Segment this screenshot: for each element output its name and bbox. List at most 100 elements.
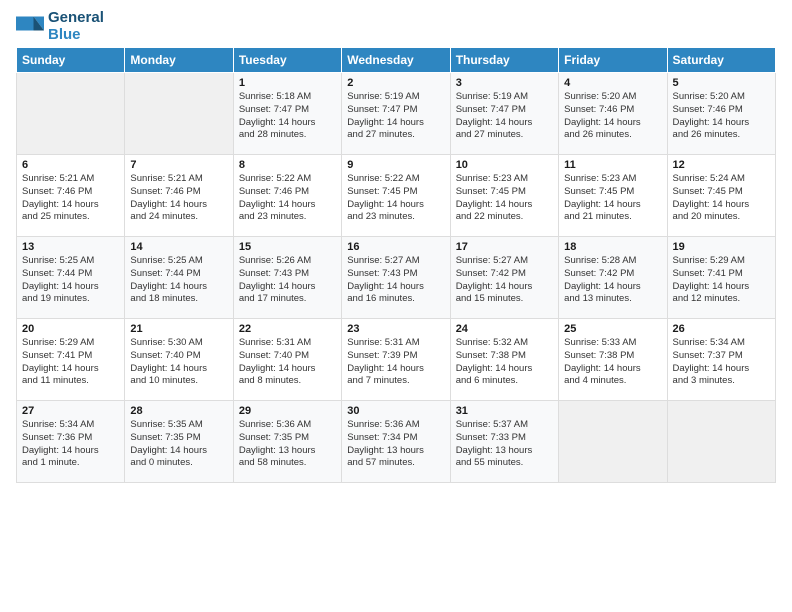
day-info: Sunrise: 5:36 AMSunset: 7:34 PMDaylight:… bbox=[347, 419, 444, 470]
weekday-header-saturday: Saturday bbox=[667, 48, 775, 73]
day-info: Sunrise: 5:22 AMSunset: 7:46 PMDaylight:… bbox=[239, 173, 336, 224]
day-info: Sunrise: 5:21 AMSunset: 7:46 PMDaylight:… bbox=[22, 173, 119, 224]
day-number: 27 bbox=[22, 405, 119, 417]
day-info: Sunrise: 5:32 AMSunset: 7:38 PMDaylight:… bbox=[456, 337, 553, 388]
day-number: 10 bbox=[456, 159, 553, 171]
day-info: Sunrise: 5:29 AMSunset: 7:41 PMDaylight:… bbox=[22, 337, 119, 388]
calendar-cell: 1 Sunrise: 5:18 AMSunset: 7:47 PMDaylight… bbox=[233, 73, 341, 155]
day-number: 25 bbox=[564, 323, 661, 335]
calendar-cell: 15 Sunrise: 5:26 AMSunset: 7:43 PMDayligh… bbox=[233, 237, 341, 319]
calendar-cell: 3Sunrise: 5:19 AMSunset: 7:47 PMDaylight… bbox=[450, 73, 558, 155]
day-info: Sunrise: 5:31 AMSunset: 7:40 PMDaylight:… bbox=[239, 337, 336, 388]
calendar-cell: 21 Sunrise: 5:30 AMSunset: 7:40 PMDayligh… bbox=[125, 319, 233, 401]
day-number: 20 bbox=[22, 323, 119, 335]
day-info: Sunrise: 5:26 AMSunset: 7:43 PMDaylight:… bbox=[239, 255, 336, 306]
day-number: 21 bbox=[130, 323, 227, 335]
calendar-cell: 6 Sunrise: 5:21 AMSunset: 7:46 PMDaylight… bbox=[17, 155, 125, 237]
day-info: Sunrise: 5:35 AMSunset: 7:35 PMDaylight:… bbox=[130, 419, 227, 470]
day-info: Sunrise: 5:34 AMSunset: 7:36 PMDaylight:… bbox=[22, 419, 119, 470]
day-info: Sunrise: 5:27 AMSunset: 7:42 PMDaylight:… bbox=[456, 255, 553, 306]
day-number: 14 bbox=[130, 241, 227, 253]
calendar-cell: 25 Sunrise: 5:33 AMSunset: 7:38 PMDayligh… bbox=[559, 319, 667, 401]
day-number: 28 bbox=[130, 405, 227, 417]
calendar-cell: 17 Sunrise: 5:27 AMSunset: 7:42 PMDayligh… bbox=[450, 237, 558, 319]
calendar-cell: 5 Sunrise: 5:20 AMSunset: 7:46 PMDaylight… bbox=[667, 73, 775, 155]
day-number: 8 bbox=[239, 159, 336, 171]
day-info: Sunrise: 5:33 AMSunset: 7:38 PMDaylight:… bbox=[564, 337, 661, 388]
calendar-cell: 10 Sunrise: 5:23 AMSunset: 7:45 PMDayligh… bbox=[450, 155, 558, 237]
day-number: 2 bbox=[347, 77, 444, 89]
day-info: Sunrise: 5:27 AMSunset: 7:43 PMDaylight:… bbox=[347, 255, 444, 306]
day-info: Sunrise: 5:20 AMSunset: 7:46 PMDaylight:… bbox=[673, 91, 770, 142]
day-info: Sunrise: 5:36 AMSunset: 7:35 PMDaylight:… bbox=[239, 419, 336, 470]
day-info: Sunrise: 5:25 AMSunset: 7:44 PMDaylight:… bbox=[130, 255, 227, 306]
calendar-table: SundayMondayTuesdayWednesdayThursdayFrid… bbox=[16, 47, 776, 483]
calendar-cell: 30 Sunrise: 5:36 AMSunset: 7:34 PMDayligh… bbox=[342, 401, 450, 483]
calendar-cell: 27 Sunrise: 5:34 AMSunset: 7:36 PMDayligh… bbox=[17, 401, 125, 483]
day-number: 7 bbox=[130, 159, 227, 171]
calendar-cell bbox=[667, 401, 775, 483]
day-info: Sunrise: 5:37 AMSunset: 7:33 PMDaylight:… bbox=[456, 419, 553, 470]
weekday-header-friday: Friday bbox=[559, 48, 667, 73]
calendar-cell: 20 Sunrise: 5:29 AMSunset: 7:41 PMDayligh… bbox=[17, 319, 125, 401]
day-number: 30 bbox=[347, 405, 444, 417]
day-number: 4 bbox=[564, 77, 661, 89]
day-info: Sunrise: 5:28 AMSunset: 7:42 PMDaylight:… bbox=[564, 255, 661, 306]
calendar-cell: 14 Sunrise: 5:25 AMSunset: 7:44 PMDayligh… bbox=[125, 237, 233, 319]
calendar-cell bbox=[17, 73, 125, 155]
calendar-cell: 19 Sunrise: 5:29 AMSunset: 7:41 PMDayligh… bbox=[667, 237, 775, 319]
calendar-cell bbox=[125, 73, 233, 155]
page: General Blue SundayMondayTuesdayWednesda… bbox=[0, 0, 792, 612]
calendar-cell bbox=[559, 401, 667, 483]
week-row-2: 6 Sunrise: 5:21 AMSunset: 7:46 PMDaylight… bbox=[17, 155, 776, 237]
calendar-cell: 9 Sunrise: 5:22 AMSunset: 7:45 PMDaylight… bbox=[342, 155, 450, 237]
day-number: 5 bbox=[673, 77, 770, 89]
day-number: 1 bbox=[239, 77, 336, 89]
day-number: 24 bbox=[456, 323, 553, 335]
header: General Blue bbox=[16, 10, 776, 43]
day-number: 6 bbox=[22, 159, 119, 171]
day-number: 17 bbox=[456, 241, 553, 253]
calendar-cell: 22 Sunrise: 5:31 AMSunset: 7:40 PMDayligh… bbox=[233, 319, 341, 401]
day-number: 22 bbox=[239, 323, 336, 335]
day-info: Sunrise: 5:29 AMSunset: 7:41 PMDaylight:… bbox=[673, 255, 770, 306]
day-number: 23 bbox=[347, 323, 444, 335]
day-number: 13 bbox=[22, 241, 119, 253]
day-number: 11 bbox=[564, 159, 661, 171]
logo-text: General Blue bbox=[48, 10, 104, 43]
calendar-cell: 13 Sunrise: 5:25 AMSunset: 7:44 PMDayligh… bbox=[17, 237, 125, 319]
day-info: Sunrise: 5:34 AMSunset: 7:37 PMDaylight:… bbox=[673, 337, 770, 388]
day-number: 18 bbox=[564, 241, 661, 253]
calendar-cell: 4Sunrise: 5:20 AMSunset: 7:46 PMDaylight… bbox=[559, 73, 667, 155]
week-row-5: 27 Sunrise: 5:34 AMSunset: 7:36 PMDayligh… bbox=[17, 401, 776, 483]
day-info: Sunrise: 5:23 AMSunset: 7:45 PMDaylight:… bbox=[456, 173, 553, 224]
day-number: 15 bbox=[239, 241, 336, 253]
day-info: Sunrise: 5:24 AMSunset: 7:45 PMDaylight:… bbox=[673, 173, 770, 224]
day-number: 26 bbox=[673, 323, 770, 335]
day-info: Sunrise: 5:25 AMSunset: 7:44 PMDaylight:… bbox=[22, 255, 119, 306]
calendar-cell: 8 Sunrise: 5:22 AMSunset: 7:46 PMDaylight… bbox=[233, 155, 341, 237]
day-info: Sunrise: 5:18 AMSunset: 7:47 PMDaylight:… bbox=[239, 91, 336, 142]
day-info: Sunrise: 5:31 AMSunset: 7:39 PMDaylight:… bbox=[347, 337, 444, 388]
calendar-cell: 28 Sunrise: 5:35 AMSunset: 7:35 PMDayligh… bbox=[125, 401, 233, 483]
calendar-cell: 16 Sunrise: 5:27 AMSunset: 7:43 PMDayligh… bbox=[342, 237, 450, 319]
day-number: 19 bbox=[673, 241, 770, 253]
day-number: 9 bbox=[347, 159, 444, 171]
calendar-cell: 23 Sunrise: 5:31 AMSunset: 7:39 PMDayligh… bbox=[342, 319, 450, 401]
calendar-cell: 29Sunrise: 5:36 AMSunset: 7:35 PMDayligh… bbox=[233, 401, 341, 483]
day-info: Sunrise: 5:30 AMSunset: 7:40 PMDaylight:… bbox=[130, 337, 227, 388]
week-row-1: 1 Sunrise: 5:18 AMSunset: 7:47 PMDaylight… bbox=[17, 73, 776, 155]
day-number: 3 bbox=[456, 77, 553, 89]
calendar-cell: 11Sunrise: 5:23 AMSunset: 7:45 PMDayligh… bbox=[559, 155, 667, 237]
logo-icon bbox=[16, 13, 44, 41]
weekday-header-monday: Monday bbox=[125, 48, 233, 73]
calendar-cell: 31 Sunrise: 5:37 AMSunset: 7:33 PMDayligh… bbox=[450, 401, 558, 483]
day-number: 31 bbox=[456, 405, 553, 417]
day-info: Sunrise: 5:22 AMSunset: 7:45 PMDaylight:… bbox=[347, 173, 444, 224]
day-info: Sunrise: 5:19 AMSunset: 7:47 PMDaylight:… bbox=[347, 91, 444, 142]
day-info: Sunrise: 5:21 AMSunset: 7:46 PMDaylight:… bbox=[130, 173, 227, 224]
calendar-cell: 18 Sunrise: 5:28 AMSunset: 7:42 PMDayligh… bbox=[559, 237, 667, 319]
calendar-cell: 7 Sunrise: 5:21 AMSunset: 7:46 PMDaylight… bbox=[125, 155, 233, 237]
calendar-cell: 12Sunrise: 5:24 AMSunset: 7:45 PMDayligh… bbox=[667, 155, 775, 237]
day-number: 16 bbox=[347, 241, 444, 253]
